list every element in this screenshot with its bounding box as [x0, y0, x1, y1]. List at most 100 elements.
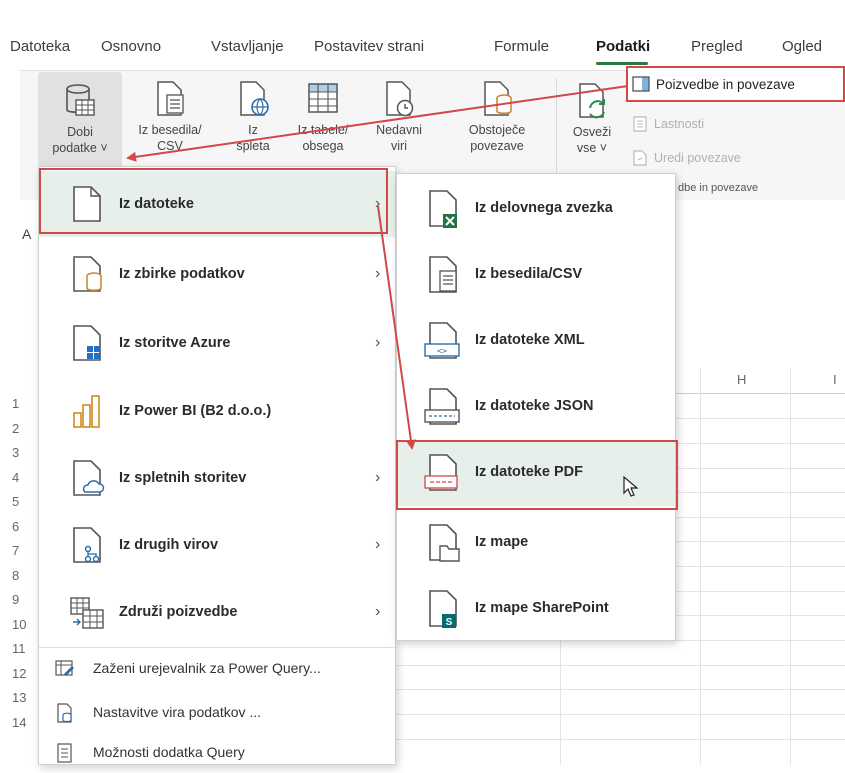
submenu-item-label: Iz delovnega zvezka: [475, 200, 613, 216]
from-file-submenu: Iz delovnega zvezka Iz besedila/CSV <> I…: [396, 173, 676, 641]
xml-icon: <>: [424, 322, 460, 359]
submenu-item-from-text-csv[interactable]: Iz besedila/CSV: [397, 242, 675, 308]
edit-links-button[interactable]: Uredi povezave: [632, 150, 741, 166]
database-icon: [73, 256, 102, 292]
tab-pregled[interactable]: Pregled: [691, 38, 743, 55]
row-header[interactable]: 2: [12, 417, 38, 442]
web-icon: [240, 81, 269, 116]
menu-item-label: Iz zbirke podatkov: [119, 266, 245, 282]
submenu-item-from-folder[interactable]: Iz mape: [397, 510, 675, 576]
menu-item-from-other-sources[interactable]: Iz drugih virov ›: [39, 512, 395, 578]
refresh-all-label-2: vse ˅: [576, 141, 608, 155]
tab-formule[interactable]: Formule: [494, 38, 549, 55]
other-sources-icon: [73, 527, 101, 563]
from-web-button[interactable]: Iz spleta: [218, 80, 288, 154]
menu-item-combine-queries[interactable]: Združi poizvedbe ›: [39, 579, 395, 645]
get-data-button[interactable]: Dobi podatke ˅: [38, 72, 122, 172]
row-header[interactable]: 13: [12, 686, 38, 711]
row-header[interactable]: 4: [12, 466, 38, 491]
menu-item-label: Iz storitve Azure: [119, 335, 231, 351]
row-header[interactable]: 11: [12, 637, 38, 662]
text-csv-icon: [429, 256, 457, 293]
tab-podatki[interactable]: Podatki: [596, 38, 650, 55]
tab-osnovno[interactable]: Osnovno: [101, 38, 161, 55]
menu-item-from-power-bi[interactable]: Iz Power BI (B2 d.o.o.): [39, 378, 395, 444]
menu-item-label: Iz spletnih storitev: [119, 470, 247, 486]
queries-pane-icon: [632, 76, 650, 92]
get-data-icon: [66, 84, 95, 116]
from-text-csv-button[interactable]: Iz besedila/ CSV: [128, 80, 212, 154]
from-file-highlight: [39, 168, 388, 234]
menu-item-launch-power-query[interactable]: Zaženi urejevalnik za Power Query...: [39, 649, 395, 689]
submenu-item-from-sharepoint-folder[interactable]: S Iz mape SharePoint: [397, 576, 675, 642]
refresh-all-label-1: Osveži: [572, 125, 612, 139]
menu-item-from-web-services[interactable]: Iz spletnih storitev ›: [39, 445, 395, 511]
get-data-menu: Iz datoteke › Iz zbirke podatkov › Iz st…: [38, 166, 396, 765]
properties-icon: [633, 116, 647, 132]
folder-icon: [429, 524, 460, 562]
row-header[interactable]: 12: [12, 662, 38, 687]
recent-sources-label-1: Nedavni: [376, 123, 422, 137]
menu-item-label: Iz Power BI (B2 d.o.o.): [119, 403, 272, 419]
from-web-label-2: spleta: [236, 139, 270, 153]
row-header[interactable]: 10: [12, 613, 38, 638]
from-text-label-2: CSV: [157, 139, 183, 153]
column-header-i[interactable]: I: [833, 372, 837, 387]
combine-icon: [70, 597, 104, 629]
submenu-item-from-xml[interactable]: <> Iz datoteke XML: [397, 308, 675, 374]
properties-label: Lastnosti: [654, 117, 705, 131]
row-header[interactable]: 8: [12, 564, 38, 589]
chevron-right-icon: ›: [375, 603, 381, 620]
existing-connections-button[interactable]: Obstoječe povezave: [450, 80, 544, 154]
tab-vstavljanje[interactable]: Vstavljanje: [211, 38, 284, 55]
menu-item-label: Združi poizvedbe: [119, 604, 238, 620]
menu-separator: [39, 647, 395, 648]
row-header[interactable]: 14: [12, 711, 38, 736]
sharepoint-icon: S: [429, 590, 457, 628]
row-header[interactable]: 3: [12, 441, 38, 466]
get-data-label-2: podatke ˅: [52, 141, 108, 155]
row-header[interactable]: 1: [12, 392, 38, 417]
menu-item-query-options[interactable]: Možnosti dodatka Query: [39, 733, 395, 773]
submenu-item-label: Iz mape SharePoint: [475, 600, 609, 616]
properties-button[interactable]: Lastnosti: [632, 116, 704, 132]
tab-datoteka[interactable]: Datoteka: [10, 38, 70, 55]
data-source-icon: [57, 703, 72, 723]
existing-connections-label-1: Obstoječe: [468, 123, 526, 137]
grid-line: [395, 714, 845, 715]
queries-connections-button[interactable]: Poizvedbe in povezave: [632, 76, 795, 92]
queries-connections-label: Poizvedbe in povezave: [656, 76, 795, 92]
menu-item-from-azure[interactable]: Iz storitve Azure ›: [39, 310, 395, 376]
menu-item-data-source-settings[interactable]: Nastavitve vira podatkov ...: [39, 693, 395, 733]
submenu-item-label: Iz datoteke XML: [475, 332, 585, 348]
name-box[interactable]: A: [22, 226, 31, 242]
existing-connections-label-2: povezave: [470, 139, 524, 153]
submenu-item-from-json[interactable]: Iz datoteke JSON: [397, 374, 675, 440]
submenu-item-from-workbook[interactable]: Iz delovnega zvezka: [397, 176, 675, 242]
chevron-right-icon: ›: [375, 536, 381, 553]
existing-connections-icon: [484, 81, 512, 116]
json-icon: [424, 388, 460, 425]
tab-postavitev-strani[interactable]: Postavitev strani: [314, 38, 424, 55]
svg-text:<>: <>: [437, 347, 447, 356]
tab-ogled[interactable]: Ogled: [782, 38, 822, 55]
from-web-label-1: Iz: [248, 123, 258, 137]
menu-item-from-database[interactable]: Iz zbirke podatkov ›: [39, 241, 395, 307]
refresh-all-button[interactable]: Osveži vse ˅: [560, 82, 624, 156]
row-header[interactable]: 9: [12, 588, 38, 613]
text-file-icon: [157, 81, 184, 116]
menu-item-label: Zaženi urejevalnik za Power Query...: [93, 660, 321, 676]
column-header-h[interactable]: H: [737, 372, 746, 387]
from-table-range-button[interactable]: Iz tabele/ obsega: [285, 80, 361, 154]
from-table-label-2: obsega: [302, 139, 344, 153]
row-header[interactable]: 5: [12, 490, 38, 515]
row-header[interactable]: 7: [12, 539, 38, 564]
grid-line: [395, 689, 845, 690]
recent-sources-button[interactable]: Nedavni viri: [364, 80, 434, 154]
ribbon-tabs: Datoteka Osnovno Vstavljanje Postavitev …: [0, 0, 845, 70]
submenu-item-label: Iz besedila/CSV: [475, 266, 583, 282]
menu-item-label: Nastavitve vira podatkov ...: [93, 704, 262, 720]
submenu-item-label: Iz datoteke JSON: [475, 398, 594, 414]
row-header[interactable]: 6: [12, 515, 38, 540]
menu-item-label: Iz drugih virov: [119, 537, 219, 553]
